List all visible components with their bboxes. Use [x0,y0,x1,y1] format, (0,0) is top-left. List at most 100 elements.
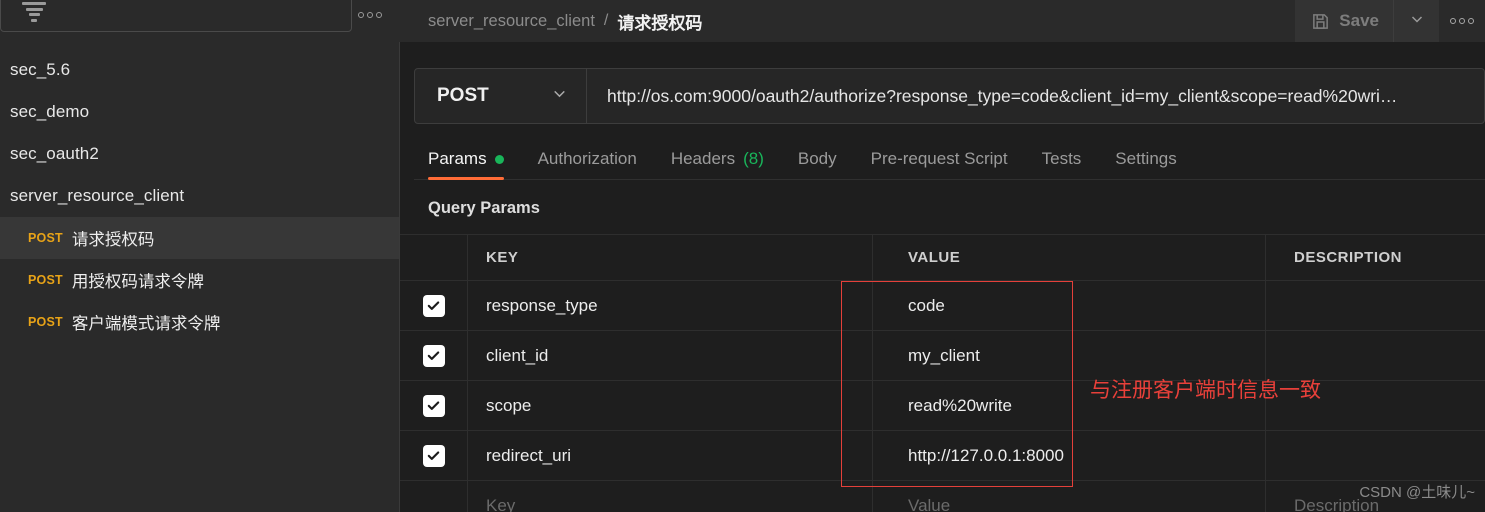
placeholder-value-cell[interactable]: Value [873,481,1266,512]
request-name-label: 用授权码请求令牌 [71,273,204,291]
header-checkbox-cell [400,235,468,280]
header-actions: Save [1295,0,1485,42]
table-placeholder-row: Key Value Description [400,480,1485,512]
tab-label: Tests [1041,149,1082,168]
placeholder-checkbox-cell [400,481,468,512]
collection-list: sec_5.6 sec_demo sec_oauth2 server_resou… [0,42,399,343]
row-checkbox[interactable] [422,344,445,367]
floppy-disk-icon [1311,12,1330,31]
row-checkbox-cell [400,381,468,430]
breadcrumb-parent[interactable]: server_resource_client [428,12,595,31]
tab-label: Body [797,149,837,168]
row-checkbox[interactable] [422,394,445,417]
tab-label: Pre-request Script [870,149,1008,168]
row-key-value: scope [486,395,532,415]
tab-settings[interactable]: Settings [1098,138,1193,180]
request-method-label: POST [28,231,63,245]
row-checkbox-cell [400,431,468,480]
sidebar-more-icon[interactable] [354,8,386,22]
query-params-title: Query Params [428,199,540,217]
header-description-cell: DESCRIPTION [1294,249,1403,266]
sidebar: sec_5.6 sec_demo sec_oauth2 server_resou… [0,0,400,512]
collection-item-sec-demo[interactable]: sec_demo [0,91,399,133]
tab-tests[interactable]: Tests [1025,138,1099,180]
method-select[interactable]: POST [415,69,587,123]
row-description-cell[interactable] [1266,331,1485,380]
request-method-label: POST [28,273,63,287]
main-panel: server_resource_client / 请求授权码 Save POST… [400,0,1485,512]
table-row: client_id my_client [400,330,1485,380]
tab-authorization[interactable]: Authorization [521,138,654,180]
row-key-value: client_id [486,345,549,365]
row-key-cell[interactable]: redirect_uri [468,431,873,480]
tab-label: Params [428,149,487,168]
header-key-cell: KEY [468,235,873,280]
watermark: CSDN @土味儿~ [1359,484,1475,501]
save-button[interactable]: Save [1295,0,1393,42]
table-row: scope read%20write [400,380,1485,430]
url-input[interactable]: http://os.com:9000/oauth2/authorize?resp… [587,69,1484,123]
row-description-cell[interactable] [1266,281,1485,330]
row-key-cell[interactable]: response_type [468,281,873,330]
placeholder-key-label: Key [486,495,516,512]
row-value-cell[interactable]: my_client [873,331,1266,380]
row-checkbox-cell [400,281,468,330]
save-options-button[interactable] [1393,0,1439,42]
tab-pre-request-script[interactable]: Pre-request Script [854,138,1025,180]
collection-item-sec-5-6[interactable]: sec_5.6 [0,49,399,91]
filter-input[interactable] [0,0,352,32]
annotation-text: 与注册客户端时信息一致 [1090,379,1321,402]
tab-body[interactable]: Body [781,138,854,180]
params-active-dot-icon [494,154,504,164]
url-text: http://os.com:9000/oauth2/authorize?resp… [607,85,1398,106]
header-value-cell: VALUE [873,235,1266,280]
row-key-cell[interactable]: scope [468,381,873,430]
row-value-value: code [908,295,945,315]
table-row: redirect_uri http://127.0.0.1:8000 [400,430,1485,480]
collection-label: sec_5.6 [10,60,71,79]
tab-label: Settings [1115,149,1177,168]
row-description-cell[interactable] [1266,431,1485,480]
row-value-value: read%20write [908,395,1012,415]
request-header: server_resource_client / 请求授权码 Save [400,0,1485,42]
collection-label: sec_demo [10,102,90,121]
collection-item-sec-oauth2[interactable]: sec_oauth2 [0,133,399,175]
sidebar-toolbar [0,0,400,42]
tab-headers[interactable]: Headers (8) [654,138,781,180]
request-method-label: POST [28,315,63,329]
row-checkbox[interactable] [422,294,445,317]
request-name-label: 客户端模式请求令牌 [71,315,221,333]
breadcrumb-separator: / [603,12,609,29]
chevron-down-icon [1409,11,1425,32]
save-button-label: Save [1339,11,1379,30]
chevron-down-icon [551,85,568,108]
row-checkbox-cell [400,331,468,380]
row-value-cell[interactable]: code [873,281,1266,330]
row-value-value: http://127.0.0.1:8000 [908,445,1064,465]
tab-params[interactable]: Params [414,138,521,180]
breadcrumb-current: 请求授权码 [617,13,703,33]
placeholder-key-cell[interactable]: Key [468,481,873,512]
row-checkbox[interactable] [422,444,445,467]
collection-label: server_resource_client [10,186,185,205]
request-item-client-credentials[interactable]: POST 客户端模式请求令牌 [0,301,399,343]
collection-item-server-resource-client[interactable]: server_resource_client [0,175,399,217]
query-params-table: KEY VALUE DESCRIPTION response_type code [400,234,1485,512]
filter-funnel-icon [21,1,47,23]
tab-label: Authorization [537,149,637,168]
request-item-request-auth-code[interactable]: POST 请求授权码 [0,217,399,259]
table-row: response_type code [400,280,1485,330]
request-tabs: Params Authorization Headers (8) Body Pr… [414,138,1485,180]
method-label: POST [437,85,489,106]
table-header-row: KEY VALUE DESCRIPTION [400,234,1485,280]
headers-count-badge: (8) [743,149,764,168]
row-key-cell[interactable]: client_id [468,331,873,380]
request-item-token-by-code[interactable]: POST 用授权码请求令牌 [0,259,399,301]
row-value-cell[interactable]: http://127.0.0.1:8000 [873,431,1266,480]
row-key-value: redirect_uri [486,445,572,465]
request-name-label: 请求授权码 [71,231,155,249]
row-value-value: my_client [908,345,980,365]
collection-label: sec_oauth2 [10,144,99,163]
url-bar: POST http://os.com:9000/oauth2/authorize… [414,68,1485,124]
header-more-icon[interactable] [1439,0,1485,42]
